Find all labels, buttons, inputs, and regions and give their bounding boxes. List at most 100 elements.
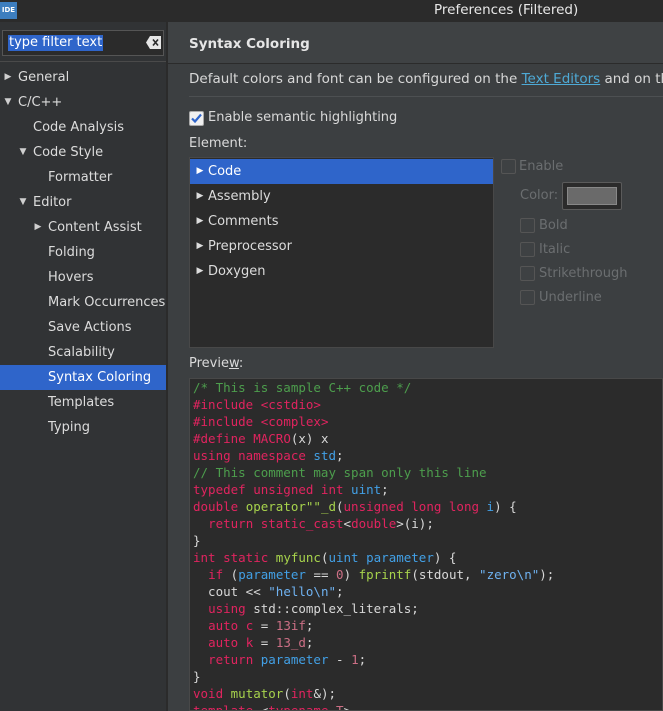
code-token: typedef unsigned int bbox=[193, 482, 344, 497]
tree-item-general[interactable]: ▶ General bbox=[0, 65, 166, 90]
element-item-label: Comments bbox=[208, 214, 279, 229]
semantic-highlighting-checkbox[interactable] bbox=[189, 111, 204, 126]
code-line: void mutator(int&); bbox=[193, 685, 554, 702]
code-line: typedef unsigned int uint; bbox=[193, 481, 554, 498]
tree-item-label: Editor bbox=[33, 195, 72, 210]
code-line: } bbox=[193, 532, 554, 549]
tree-item-scalability[interactable]: Scalability bbox=[0, 340, 166, 365]
tree-item-label: General bbox=[18, 70, 70, 85]
tree-item-syntax-coloring[interactable]: Syntax Coloring bbox=[0, 365, 166, 390]
tree-item-typing[interactable]: Typing bbox=[0, 415, 166, 440]
tree-item-label: Code Analysis bbox=[33, 120, 124, 135]
code-token: uint bbox=[351, 482, 382, 497]
tree-item-c-c[interactable]: ▼ C/C++ bbox=[0, 90, 166, 115]
code-token: std bbox=[313, 448, 336, 463]
code-line: #include <complex> bbox=[193, 413, 554, 430]
code-token: int static bbox=[193, 550, 269, 565]
code-token: > bbox=[343, 703, 352, 711]
tree-item-templates[interactable]: Templates bbox=[0, 390, 166, 415]
tree-item-code-analysis[interactable]: Code Analysis bbox=[0, 115, 166, 140]
chevron-right-icon[interactable]: ▶ bbox=[195, 159, 205, 184]
semantic-highlighting-label[interactable]: Enable semantic highlighting bbox=[208, 110, 397, 125]
tree-item-label: Mark Occurrences bbox=[48, 295, 166, 310]
tree-item-mark-occurrences[interactable]: Mark Occurrences bbox=[0, 290, 166, 315]
code-line: int static myfunc(uint parameter) { bbox=[193, 549, 554, 566]
element-tree: ▶ Code ▶ Assembly ▶ Comments ▶ Preprocessor ▶ Dox… bbox=[189, 157, 494, 348]
code-token: 0 bbox=[336, 567, 344, 582]
chevron-right-icon[interactable]: ▶ bbox=[195, 234, 205, 259]
chevron-right-icon[interactable]: ▶ bbox=[33, 215, 43, 240]
code-line: if (parameter == 0) fprintf(stdout, "zer… bbox=[193, 566, 554, 583]
app-icon: IDE bbox=[0, 2, 17, 19]
description-text: Default colors and font can be configure… bbox=[189, 71, 522, 87]
code-line: return static_cast<double>(i); bbox=[193, 515, 554, 532]
filter-input[interactable]: type filter text bbox=[2, 30, 164, 56]
code-token: = bbox=[253, 618, 276, 633]
code-token: ; bbox=[381, 482, 389, 497]
code-token: } bbox=[193, 533, 201, 548]
code-token: return static_cast bbox=[208, 516, 344, 531]
tree-item-code-style[interactable]: ▼ Code Style bbox=[0, 140, 166, 165]
tree-item-label: Code Style bbox=[33, 145, 104, 160]
strikethrough-checkbox[interactable] bbox=[520, 266, 535, 281]
element-item-assembly[interactable]: ▶ Assembly bbox=[190, 184, 493, 209]
code-token: using bbox=[208, 601, 246, 616]
bold-checkbox[interactable] bbox=[520, 218, 535, 233]
element-item-comments[interactable]: ▶ Comments bbox=[190, 209, 493, 234]
code-token: myfunc bbox=[275, 550, 321, 565]
chevron-down-icon[interactable]: ▼ bbox=[18, 140, 28, 165]
checkmark-icon bbox=[191, 113, 202, 124]
code-token: ; bbox=[305, 618, 314, 633]
description-text-tail: and on th bbox=[600, 71, 663, 87]
text-editors-link[interactable]: Text Editors bbox=[522, 71, 601, 87]
underline-checkbox[interactable] bbox=[520, 290, 535, 305]
filter-text[interactable]: type filter text bbox=[8, 35, 104, 51]
code-token: = bbox=[253, 635, 276, 650]
tree-item-formatter[interactable]: Formatter bbox=[0, 165, 166, 190]
tree-item-hovers[interactable]: Hovers bbox=[0, 265, 166, 290]
tree-item-editor[interactable]: ▼ Editor bbox=[0, 190, 166, 215]
window-title: Preferences (Filtered) bbox=[434, 2, 579, 18]
chevron-right-icon[interactable]: ▶ bbox=[195, 209, 205, 234]
code-preview[interactable]: /* This is sample C++ code */#include <c… bbox=[189, 378, 663, 711]
page-title: Syntax Coloring bbox=[189, 36, 310, 52]
chevron-right-icon[interactable]: ▶ bbox=[195, 259, 205, 284]
element-item-code[interactable]: ▶ Code bbox=[190, 159, 493, 184]
underline-label: Underline bbox=[539, 290, 602, 305]
element-item-doxygen[interactable]: ▶ Doxygen bbox=[190, 259, 493, 284]
code-token: ); bbox=[539, 567, 555, 582]
tree-item-folding[interactable]: Folding bbox=[0, 240, 166, 265]
code-token: ) { bbox=[433, 550, 457, 565]
code-token: - bbox=[328, 652, 352, 667]
chevron-right-icon[interactable]: ▶ bbox=[3, 65, 13, 90]
tree-item-save-actions[interactable]: Save Actions bbox=[0, 315, 166, 340]
code-token: using namespace bbox=[193, 448, 306, 463]
code-token: (stdout, bbox=[411, 567, 480, 582]
code-token: 13if bbox=[275, 618, 306, 633]
syntax-coloring-page: Syntax Coloring Default colors and font … bbox=[168, 22, 663, 711]
code-token: ) bbox=[343, 567, 359, 582]
chevron-down-icon[interactable]: ▼ bbox=[3, 90, 13, 115]
italic-checkbox[interactable] bbox=[520, 242, 535, 257]
clear-icon[interactable] bbox=[146, 36, 161, 49]
code-line: template <typename T> bbox=[193, 702, 554, 711]
chevron-right-icon[interactable]: ▶ bbox=[195, 184, 205, 209]
tree-item-content-assist[interactable]: ▶ Content Assist bbox=[0, 215, 166, 240]
enable-checkbox[interactable] bbox=[501, 159, 516, 174]
preview-label: Preview: bbox=[189, 356, 243, 371]
color-picker-button[interactable] bbox=[562, 182, 622, 210]
chevron-down-icon[interactable]: ▼ bbox=[18, 190, 28, 215]
code-token: fprintf bbox=[358, 567, 412, 582]
code-token: == bbox=[305, 567, 337, 582]
element-item-preprocessor[interactable]: ▶ Preprocessor bbox=[190, 234, 493, 259]
code-token: <cstdio> bbox=[260, 397, 321, 412]
tree-item-label: Folding bbox=[48, 245, 95, 260]
code-token: < bbox=[253, 703, 269, 711]
code-token: ; bbox=[336, 448, 344, 463]
preferences-tree-pane: type filter text ▶ General ▼ C/C++ Code Anal… bbox=[0, 22, 166, 711]
